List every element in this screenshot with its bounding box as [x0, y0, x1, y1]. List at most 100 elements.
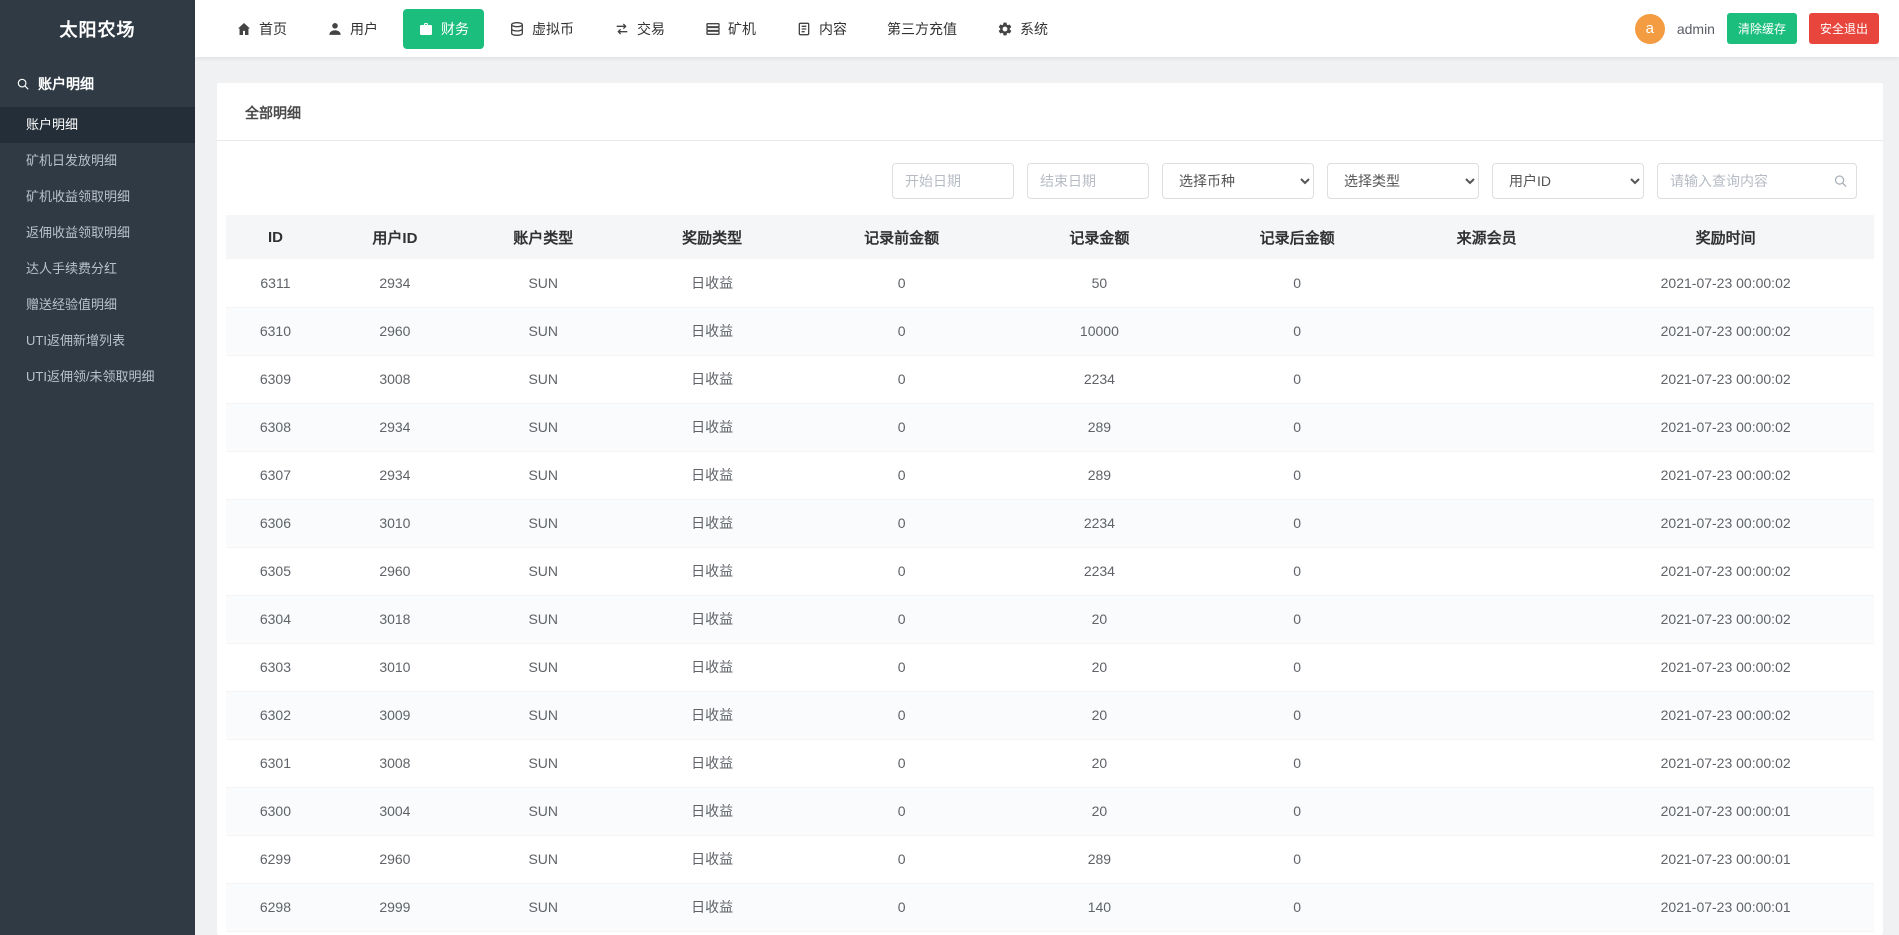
table-cell: 0 [802, 499, 1001, 548]
coin-select[interactable]: 选择币种 [1162, 163, 1314, 199]
sidebar-section-header: 账户明细 [0, 57, 195, 107]
table-cell: 20 [1000, 595, 1199, 644]
home-icon [236, 21, 252, 37]
type-select[interactable]: 选择类型 [1327, 163, 1479, 199]
table-cell: 0 [1198, 307, 1397, 356]
table-cell: 6308 [226, 403, 325, 452]
sidebar-item-uti-claim[interactable]: UTI返佣领/未领取明细 [0, 359, 195, 395]
table-cell: 6311 [226, 259, 325, 308]
nav-item-label: 系统 [1020, 20, 1048, 37]
column-header: 记录前金额 [802, 215, 1001, 259]
table-cell: 2021-07-23 00:00:02 [1577, 355, 1874, 404]
gear-icon [997, 21, 1013, 37]
nav-item-recharge[interactable]: 第三方充值 [872, 9, 972, 49]
table-row: 6311 2934 SUN 日收益 0 50 0 2021-07-23 00:00:02 [226, 259, 1874, 308]
table-cell [1396, 787, 1578, 836]
table-cell: 2021-07-23 00:00:02 [1577, 595, 1874, 644]
sidebar-item-expert-fee[interactable]: 达人手续费分红 [0, 251, 195, 287]
sidebar-item-account-detail[interactable]: 账户明细 [0, 107, 195, 143]
table-body: 6311 2934 SUN 日收益 0 50 0 2021-07-23 00:00:02 631… [226, 259, 1874, 932]
avatar[interactable]: a [1634, 13, 1665, 44]
table-cell: 6309 [226, 355, 325, 404]
table-cell: 6299 [226, 835, 325, 884]
table-cell: 日收益 [621, 547, 803, 596]
table-cell: SUN [464, 499, 622, 548]
nav-item-finance[interactable]: 财务 [403, 8, 484, 49]
table-cell: 6303 [226, 643, 325, 692]
sidebar: 太阳农场 账户明细 账户明细 矿机日发放明细 矿机收益领取明细 返佣收益领取明细 达人手… [0, 0, 195, 935]
nav-item-trade[interactable]: 交易 [599, 9, 680, 49]
table-row: 6301 3008 SUN 日收益 0 20 0 2021-07-23 00:00:02 [226, 739, 1874, 788]
table-cell: 2234 [1000, 547, 1199, 596]
table-cell: 0 [1198, 835, 1397, 884]
user-id-select[interactable]: 用户ID [1492, 163, 1644, 199]
table-cell: 2934 [324, 259, 465, 308]
nav-item-system[interactable]: 系统 [982, 9, 1063, 49]
column-header: 奖励类型 [621, 215, 803, 259]
table-cell: 20 [1000, 643, 1199, 692]
table-row: 6300 3004 SUN 日收益 0 20 0 2021-07-23 00:00:01 [226, 787, 1874, 836]
table-cell: 50 [1000, 259, 1199, 308]
nav-item-coin[interactable]: 虚拟币 [494, 9, 589, 49]
table-cell: SUN [464, 739, 622, 788]
logout-button[interactable]: 安全退出 [1808, 13, 1879, 44]
table-cell: 0 [1198, 451, 1397, 500]
table-cell: 日收益 [621, 835, 803, 884]
table-container: ID 用户ID 账户类型 奖励类型 记录前金额 记录金额 记录后金额 来源会员 奖励时间 631… [217, 215, 1883, 932]
table-cell: 6304 [226, 595, 325, 644]
user-icon [327, 21, 343, 37]
table-cell: 3010 [324, 499, 465, 548]
table-cell: 日收益 [621, 403, 803, 452]
table-cell: 0 [1198, 355, 1397, 404]
sidebar-item-miner-daily[interactable]: 矿机日发放明细 [0, 143, 195, 179]
table-cell: 289 [1000, 403, 1199, 452]
topnav-items: 首页 用户 财务 虚拟币 交易 矿机 内容 第三方充值 系统 [221, 8, 1073, 49]
table-cell: 289 [1000, 451, 1199, 500]
search-box [1657, 163, 1857, 199]
table-cell: 140 [1000, 883, 1199, 932]
admin-username: admin [1676, 20, 1715, 37]
nav-item-label: 财务 [441, 20, 469, 37]
nav-item-content[interactable]: 内容 [781, 9, 862, 49]
table-cell: 0 [1198, 595, 1397, 644]
table-cell: 0 [1198, 259, 1397, 308]
table-cell: 0 [1198, 499, 1397, 548]
finance-icon [418, 21, 434, 37]
nav-item-miner[interactable]: 矿机 [690, 9, 771, 49]
table-cell [1396, 595, 1578, 644]
table-cell: 289 [1000, 835, 1199, 884]
filter-bar: 选择币种 选择类型 用户ID [217, 141, 1883, 215]
nav-item-label: 矿机 [728, 20, 756, 37]
nav-item-label: 内容 [819, 20, 847, 37]
table-cell: 6307 [226, 451, 325, 500]
table-cell: 0 [802, 835, 1001, 884]
table-cell: SUN [464, 403, 622, 452]
clear-cache-button[interactable]: 清除缓存 [1726, 13, 1797, 44]
tab-all-records[interactable]: 全部明细 [243, 83, 303, 140]
table-cell: 2021-07-23 00:00:02 [1577, 547, 1874, 596]
table-cell: 2960 [324, 835, 465, 884]
table-cell [1396, 307, 1578, 356]
table-cell [1396, 355, 1578, 404]
column-header: 记录后金额 [1198, 215, 1397, 259]
end-date-input[interactable] [1027, 163, 1149, 199]
exchange-icon [614, 21, 630, 37]
sidebar-item-uti-new[interactable]: UTI返佣新增列表 [0, 323, 195, 359]
sidebar-item-gift-exp[interactable]: 赠送经验值明细 [0, 287, 195, 323]
sidebar-section-title: 账户明细 [38, 76, 94, 92]
search-icon[interactable] [1833, 174, 1848, 189]
table-cell: 20 [1000, 787, 1199, 836]
sidebar-item-rebate-income[interactable]: 返佣收益领取明细 [0, 215, 195, 251]
nav-item-user[interactable]: 用户 [312, 9, 393, 49]
table-cell: 日收益 [621, 787, 803, 836]
sidebar-menu: 账户明细 矿机日发放明细 矿机收益领取明细 返佣收益领取明细 达人手续费分红 赠送经验值明… [0, 107, 195, 395]
table-row: 6310 2960 SUN 日收益 0 10000 0 2021-07-23 00:00:02 [226, 307, 1874, 356]
nav-item-home[interactable]: 首页 [221, 9, 302, 49]
table-cell: 2934 [324, 451, 465, 500]
sidebar-item-miner-income[interactable]: 矿机收益领取明细 [0, 179, 195, 215]
column-header: 账户类型 [464, 215, 622, 259]
start-date-input[interactable] [892, 163, 1014, 199]
table-cell: 0 [802, 595, 1001, 644]
search-input[interactable] [1657, 163, 1857, 199]
table-cell: 日收益 [621, 595, 803, 644]
